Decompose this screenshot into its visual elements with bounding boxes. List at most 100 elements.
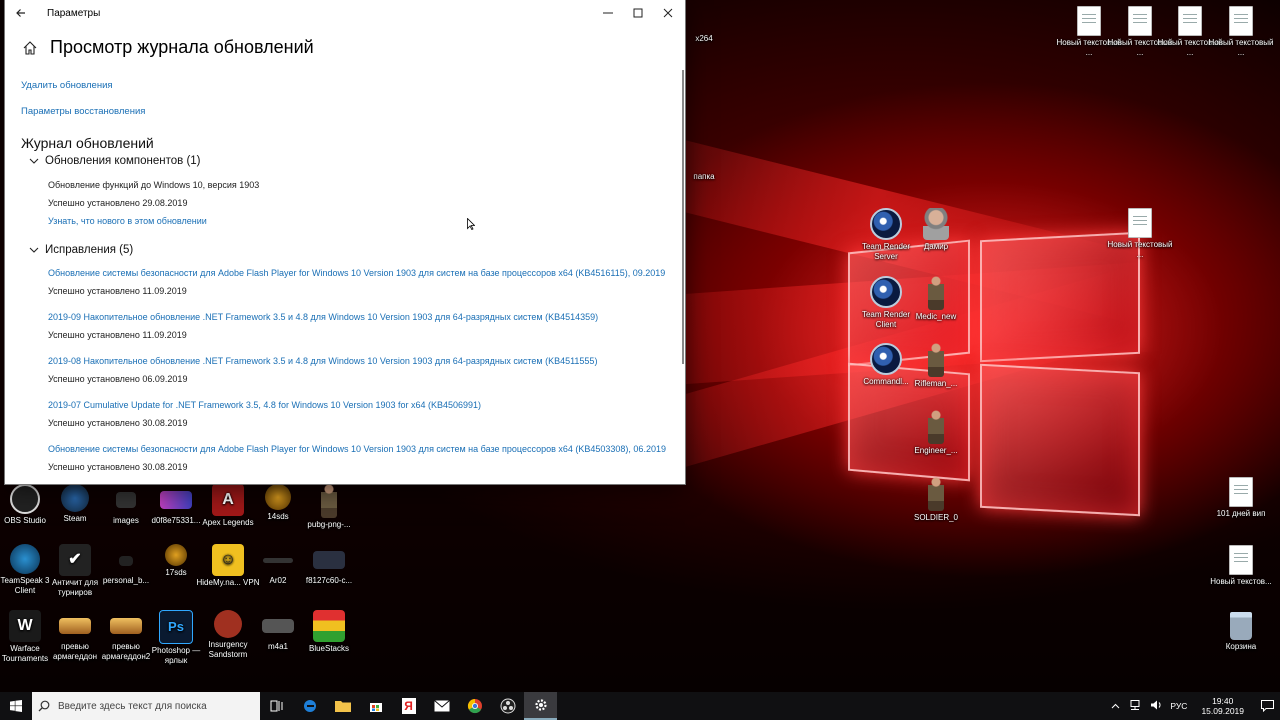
rifle-icon: [263, 558, 293, 563]
settings-content: Просмотр журнала обновлений Удалить обно…: [5, 27, 685, 484]
gear-icon: [534, 699, 547, 711]
window-title: Параметры: [47, 8, 101, 19]
desktop-icon-rifleman[interactable]: Rifleman_...: [903, 343, 969, 389]
fixes-group[interactable]: Исправления (5): [29, 244, 133, 256]
cinema4d-icon: [870, 208, 902, 240]
chevron-up-icon: [1112, 703, 1120, 709]
desktop-icon-recycle-bin[interactable]: Корзина: [1208, 612, 1274, 652]
update-status: Успешно установлено 11.09.2019: [48, 330, 187, 340]
title-bar: Параметры: [5, 0, 685, 27]
emblem-icon: [165, 544, 187, 566]
scrollbar[interactable]: [682, 70, 684, 364]
image-icon: [160, 491, 192, 509]
close-icon: [663, 8, 673, 17]
task-view-icon: [270, 700, 282, 712]
taskbar-search-box[interactable]: Введите здесь текст для поиска: [32, 692, 260, 720]
update-title-link[interactable]: Обновление системы безопасности для Adob…: [48, 444, 666, 454]
update-status: Успешно установлено 11.09.2019: [48, 286, 187, 296]
taskbar-obs[interactable]: [491, 692, 524, 720]
text-document-icon: [1229, 6, 1253, 36]
desktop-icon-new-text-5[interactable]: Новый текстовый ...: [1107, 208, 1173, 260]
text-document-icon: [1178, 6, 1202, 36]
maximize-button[interactable]: [623, 7, 653, 21]
close-button[interactable]: [653, 7, 683, 21]
update-status: Успешно установлено 30.08.2019: [48, 462, 188, 472]
desktop-icon-new-text-6[interactable]: Новый текстов...: [1208, 545, 1274, 587]
back-button[interactable]: [5, 6, 37, 21]
chrome-icon: [467, 698, 482, 714]
image-icon: [313, 551, 345, 569]
speaker-icon: [1151, 700, 1161, 710]
language-indicator[interactable]: РУС: [1170, 701, 1187, 711]
update-title: Обновление функций до Windows 10, версия…: [48, 180, 260, 190]
recycle-bin-icon: [1230, 612, 1252, 640]
desktop-icon-f8127[interactable]: f8127c60-c...: [296, 544, 362, 586]
list-item: 2019-09 Накопительное обновление .NET Fr…: [48, 312, 598, 340]
text-document-icon: [1128, 208, 1152, 238]
component-updates-group[interactable]: Обновления компонентов (1): [29, 155, 201, 167]
list-item: 2019-08 Накопительное обновление .NET Fr…: [48, 356, 597, 384]
chevron-down-icon: [29, 247, 39, 253]
taskbar-chrome[interactable]: [458, 692, 491, 720]
taskbar-edge[interactable]: [293, 692, 326, 720]
apex-icon: A: [212, 484, 244, 516]
update-title-link[interactable]: 2019-08 Накопительное обновление .NET Fr…: [48, 356, 597, 366]
desktop-icon-101-days[interactable]: 101 дней вип: [1208, 477, 1274, 519]
vpn-icon: ☺: [212, 544, 244, 576]
minimize-button[interactable]: [593, 7, 623, 21]
action-center-button[interactable]: [1254, 692, 1280, 720]
maximize-icon: [633, 8, 643, 17]
update-title-link[interactable]: 2019-09 Накопительное обновление .NET Fr…: [48, 312, 598, 322]
edge-icon: [303, 700, 316, 712]
desktop-icon-bluestacks[interactable]: BlueStacks: [296, 610, 362, 654]
taskbar-mail[interactable]: [425, 692, 458, 720]
system-tray: РУС 19:40 15.09.2019: [1103, 692, 1280, 720]
desktop-icon-new-text-4[interactable]: Новый текстовый ...: [1208, 6, 1274, 58]
photoshop-icon: Ps: [159, 610, 193, 644]
soldier-icon: [928, 410, 944, 444]
rifle-icon: [262, 619, 294, 633]
volume-button[interactable]: [1150, 700, 1162, 712]
show-hidden-icons-button[interactable]: [1111, 701, 1120, 711]
page-header: Просмотр журнала обновлений: [21, 37, 685, 58]
desktop-icon-pubg[interactable]: pubg-png-...: [296, 484, 362, 530]
folder-icon: [334, 701, 351, 712]
whats-new-link[interactable]: Узнать, что нового в этом обновлении: [48, 216, 259, 226]
task-view-button[interactable]: [260, 692, 293, 720]
settings-window: Параметры Просмотр журнала обновлений Уд…: [5, 0, 685, 484]
taskbar: Введите здесь текст для поиска Я РУС 19:…: [0, 692, 1280, 720]
taskbar-explorer[interactable]: [326, 692, 359, 720]
soldier-icon: [928, 477, 944, 511]
warface-icon: W: [9, 610, 41, 642]
image-icon: [59, 618, 91, 634]
desktop-icon-soldier[interactable]: SOLDIER_0: [903, 477, 969, 523]
insurgency-icon: [214, 610, 242, 638]
bluestacks-icon: [313, 610, 345, 642]
mouse-cursor-icon: [467, 218, 475, 230]
emblem-icon: [265, 484, 291, 510]
update-status: Успешно установлено 06.09.2019: [48, 374, 188, 384]
clock-date: 15.09.2019: [1201, 706, 1244, 716]
taskbar-settings[interactable]: [524, 692, 557, 720]
start-button[interactable]: [0, 692, 32, 720]
list-item: Обновление функций до Windows 10, версия…: [48, 180, 259, 226]
desktop-icon-damir[interactable]: Дамир: [903, 208, 969, 252]
desktop-icon-engineer[interactable]: Engineer_...: [903, 410, 969, 456]
update-title-link[interactable]: Обновление системы безопасности для Adob…: [48, 268, 665, 278]
search-icon: [38, 700, 50, 712]
clock[interactable]: 19:40 15.09.2019: [1201, 696, 1244, 716]
home-icon[interactable]: [22, 40, 38, 56]
recovery-options-link[interactable]: Параметры восстановления: [21, 106, 145, 117]
folder-icon: [116, 492, 136, 508]
page-title: Просмотр журнала обновлений: [50, 37, 314, 57]
taskbar-yandex[interactable]: Я: [392, 692, 425, 720]
taskbar-store[interactable]: [359, 692, 392, 720]
list-item: Обновление системы безопасности для Adob…: [48, 268, 665, 296]
network-button[interactable]: [1128, 700, 1142, 712]
clock-time: 19:40: [1212, 696, 1234, 706]
uninstall-updates-link[interactable]: Удалить обновления: [21, 80, 113, 91]
cinema4d-icon: [870, 276, 902, 308]
update-title-link[interactable]: 2019-07 Cumulative Update for .NET Frame…: [48, 400, 481, 410]
image-icon: [321, 484, 337, 518]
desktop-icon-medic[interactable]: Medic_new: [903, 276, 969, 322]
